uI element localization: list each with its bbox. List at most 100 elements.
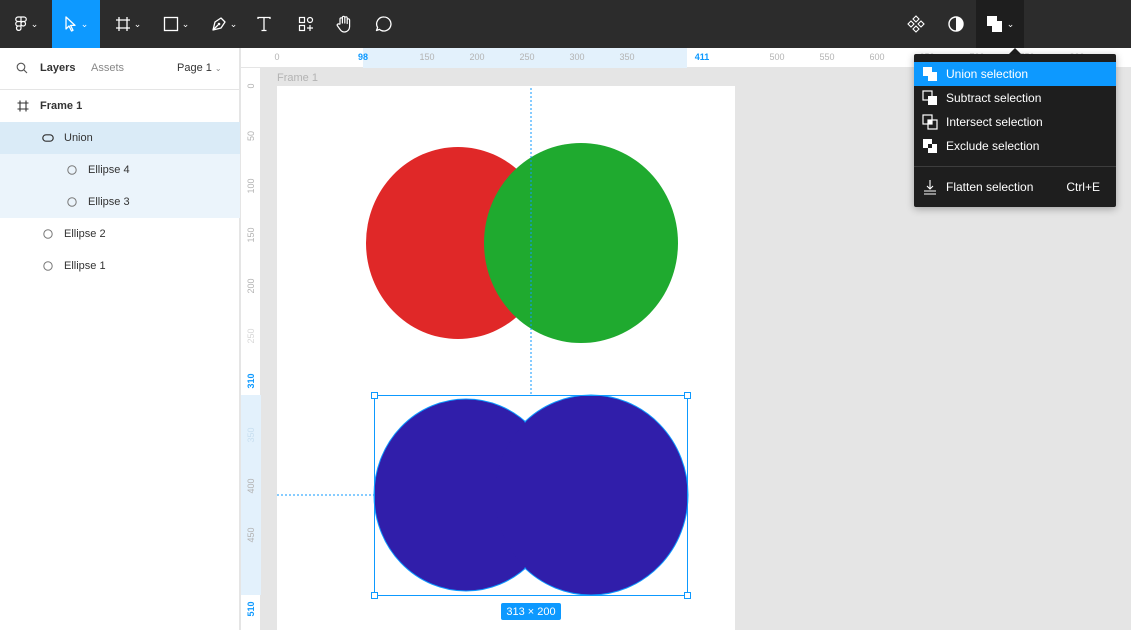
ruler-tick: 400 xyxy=(246,478,256,494)
boolean-operations-button[interactable]: ⌄ xyxy=(976,0,1024,48)
boolean-operations-icon xyxy=(986,16,1002,32)
mask-button[interactable] xyxy=(940,0,972,48)
page-selector-label: Page 1 xyxy=(177,62,212,74)
frame-icon xyxy=(17,100,29,112)
ruler-tick: 500 xyxy=(769,52,785,62)
frame-1[interactable] xyxy=(277,86,735,630)
chevron-down-icon: ⌄ xyxy=(80,18,89,29)
menu-item-union[interactable]: Union selection xyxy=(914,62,1116,86)
menu-item-flatten[interactable]: Flatten selection Ctrl+E xyxy=(914,175,1116,199)
ruler-tick: 100 xyxy=(246,178,256,194)
menu-item-label: Flatten selection xyxy=(946,180,1034,194)
ruler-tick: 350 xyxy=(619,52,635,62)
menu-item-label: Exclude selection xyxy=(946,139,1040,153)
exclude-icon xyxy=(923,139,937,153)
ellipse-icon xyxy=(43,229,53,239)
ruler-tick: 310 xyxy=(246,373,256,389)
main-menu-button[interactable]: ⌄ xyxy=(0,0,52,48)
layer-row-frame-1[interactable]: Frame 1 xyxy=(0,90,240,122)
ruler-tick: 98 xyxy=(357,52,369,62)
ruler-vertical: 0 50 100 150 200 250 310 350 400 450 510 xyxy=(241,68,261,630)
ellipse-icon xyxy=(43,261,53,271)
layer-label: Union xyxy=(64,132,93,144)
menu-item-shortcut: Ctrl+E xyxy=(1066,180,1100,194)
page-selector[interactable]: Page 1 ⌄ xyxy=(177,62,222,74)
intersect-icon xyxy=(922,114,938,130)
text-tool-button[interactable] xyxy=(248,0,280,48)
layer-row-ellipse-4[interactable]: Ellipse 4 xyxy=(0,154,240,186)
selection-size-badge: 313 × 200 xyxy=(501,603,561,620)
frame-label[interactable]: Frame 1 xyxy=(277,72,318,84)
ruler-tick: 0 xyxy=(274,52,280,62)
chevron-down-icon: ⌄ xyxy=(181,18,190,29)
chevron-down-icon: ⌄ xyxy=(229,18,238,29)
menu-item-exclude[interactable]: Exclude selection xyxy=(914,134,1116,158)
layer-row-ellipse-3[interactable]: Ellipse 3 xyxy=(0,186,240,218)
resources-tool-button[interactable] xyxy=(290,0,322,48)
text-icon xyxy=(257,16,271,32)
ruler-tick: 150 xyxy=(419,52,435,62)
menu-item-label: Intersect selection xyxy=(946,115,1043,129)
ruler-tick: 450 xyxy=(246,527,256,543)
search-icon[interactable] xyxy=(16,62,28,77)
toolbar: ⌄ ⌄ ⌄ ⌄ ⌄ ⌄ xyxy=(0,0,1131,48)
frame-icon xyxy=(115,17,130,31)
union-icon xyxy=(42,134,54,142)
chevron-down-icon: ⌄ xyxy=(214,64,222,73)
ruler-tick: 250 xyxy=(519,52,535,62)
ellipse-icon xyxy=(67,197,77,207)
layer-label: Frame 1 xyxy=(40,100,83,112)
flatten-icon xyxy=(924,180,936,195)
comment-icon xyxy=(375,16,392,32)
ruler-tick: 550 xyxy=(819,52,835,62)
cursor-icon xyxy=(65,16,76,32)
create-component-button[interactable] xyxy=(900,0,932,48)
pen-icon xyxy=(212,17,226,31)
layer-row-ellipse-2[interactable]: Ellipse 2 xyxy=(0,218,240,250)
layer-row-ellipse-1[interactable]: Ellipse 1 xyxy=(0,250,240,282)
ruler-selection-highlight xyxy=(241,395,261,595)
ruler-tick: 250 xyxy=(246,328,256,344)
ellipse-icon xyxy=(67,165,77,175)
mask-icon xyxy=(948,16,964,32)
ruler-tick: 510 xyxy=(246,601,256,617)
tab-assets[interactable]: Assets xyxy=(91,62,124,74)
ruler-tick: 50 xyxy=(246,130,256,142)
chevron-down-icon: ⌄ xyxy=(30,18,39,29)
rectangle-icon xyxy=(163,16,178,32)
ruler-tick: 200 xyxy=(246,278,256,294)
move-tool-button[interactable]: ⌄ xyxy=(52,0,100,48)
resources-icon xyxy=(298,16,314,32)
ruler-tick: 150 xyxy=(246,227,256,243)
menu-divider xyxy=(914,166,1116,167)
ruler-tick: 411 xyxy=(694,52,710,62)
hand-icon xyxy=(336,15,351,33)
boolean-operations-menu: Union selection Subtract selection Inter… xyxy=(914,54,1116,207)
layer-label: Ellipse 3 xyxy=(88,196,130,208)
menu-item-label: Subtract selection xyxy=(946,91,1042,105)
layer-label: Ellipse 1 xyxy=(64,260,106,272)
layer-label: Ellipse 2 xyxy=(64,228,106,240)
layer-label: Ellipse 4 xyxy=(88,164,130,176)
frame-tool-button[interactable]: ⌄ xyxy=(108,0,148,48)
menu-item-intersect[interactable]: Intersect selection xyxy=(914,110,1116,134)
menu-item-subtract[interactable]: Subtract selection xyxy=(914,86,1116,110)
hand-tool-button[interactable] xyxy=(328,0,360,48)
ruler-tick: 350 xyxy=(246,427,256,443)
menu-item-label: Union selection xyxy=(946,67,1029,81)
comment-tool-button[interactable] xyxy=(368,0,400,48)
chevron-down-icon: ⌄ xyxy=(133,18,142,29)
union-icon xyxy=(923,67,937,81)
pen-tool-button[interactable]: ⌄ xyxy=(204,0,244,48)
panel-tabs: Layers Assets Page 1 ⌄ xyxy=(0,48,239,90)
component-icon xyxy=(907,15,925,33)
subtract-icon xyxy=(922,90,937,105)
shape-tool-button[interactable]: ⌄ xyxy=(156,0,196,48)
layers-panel: Layers Assets Page 1 ⌄ Frame 1 Union Elli… xyxy=(0,48,240,630)
ruler-tick: 600 xyxy=(869,52,885,62)
layer-row-union[interactable]: Union xyxy=(0,122,240,154)
figma-logo-icon xyxy=(14,16,27,31)
ruler-tick: 200 xyxy=(469,52,485,62)
ruler-tick: 0 xyxy=(246,83,256,89)
tab-layers[interactable]: Layers xyxy=(40,62,75,74)
